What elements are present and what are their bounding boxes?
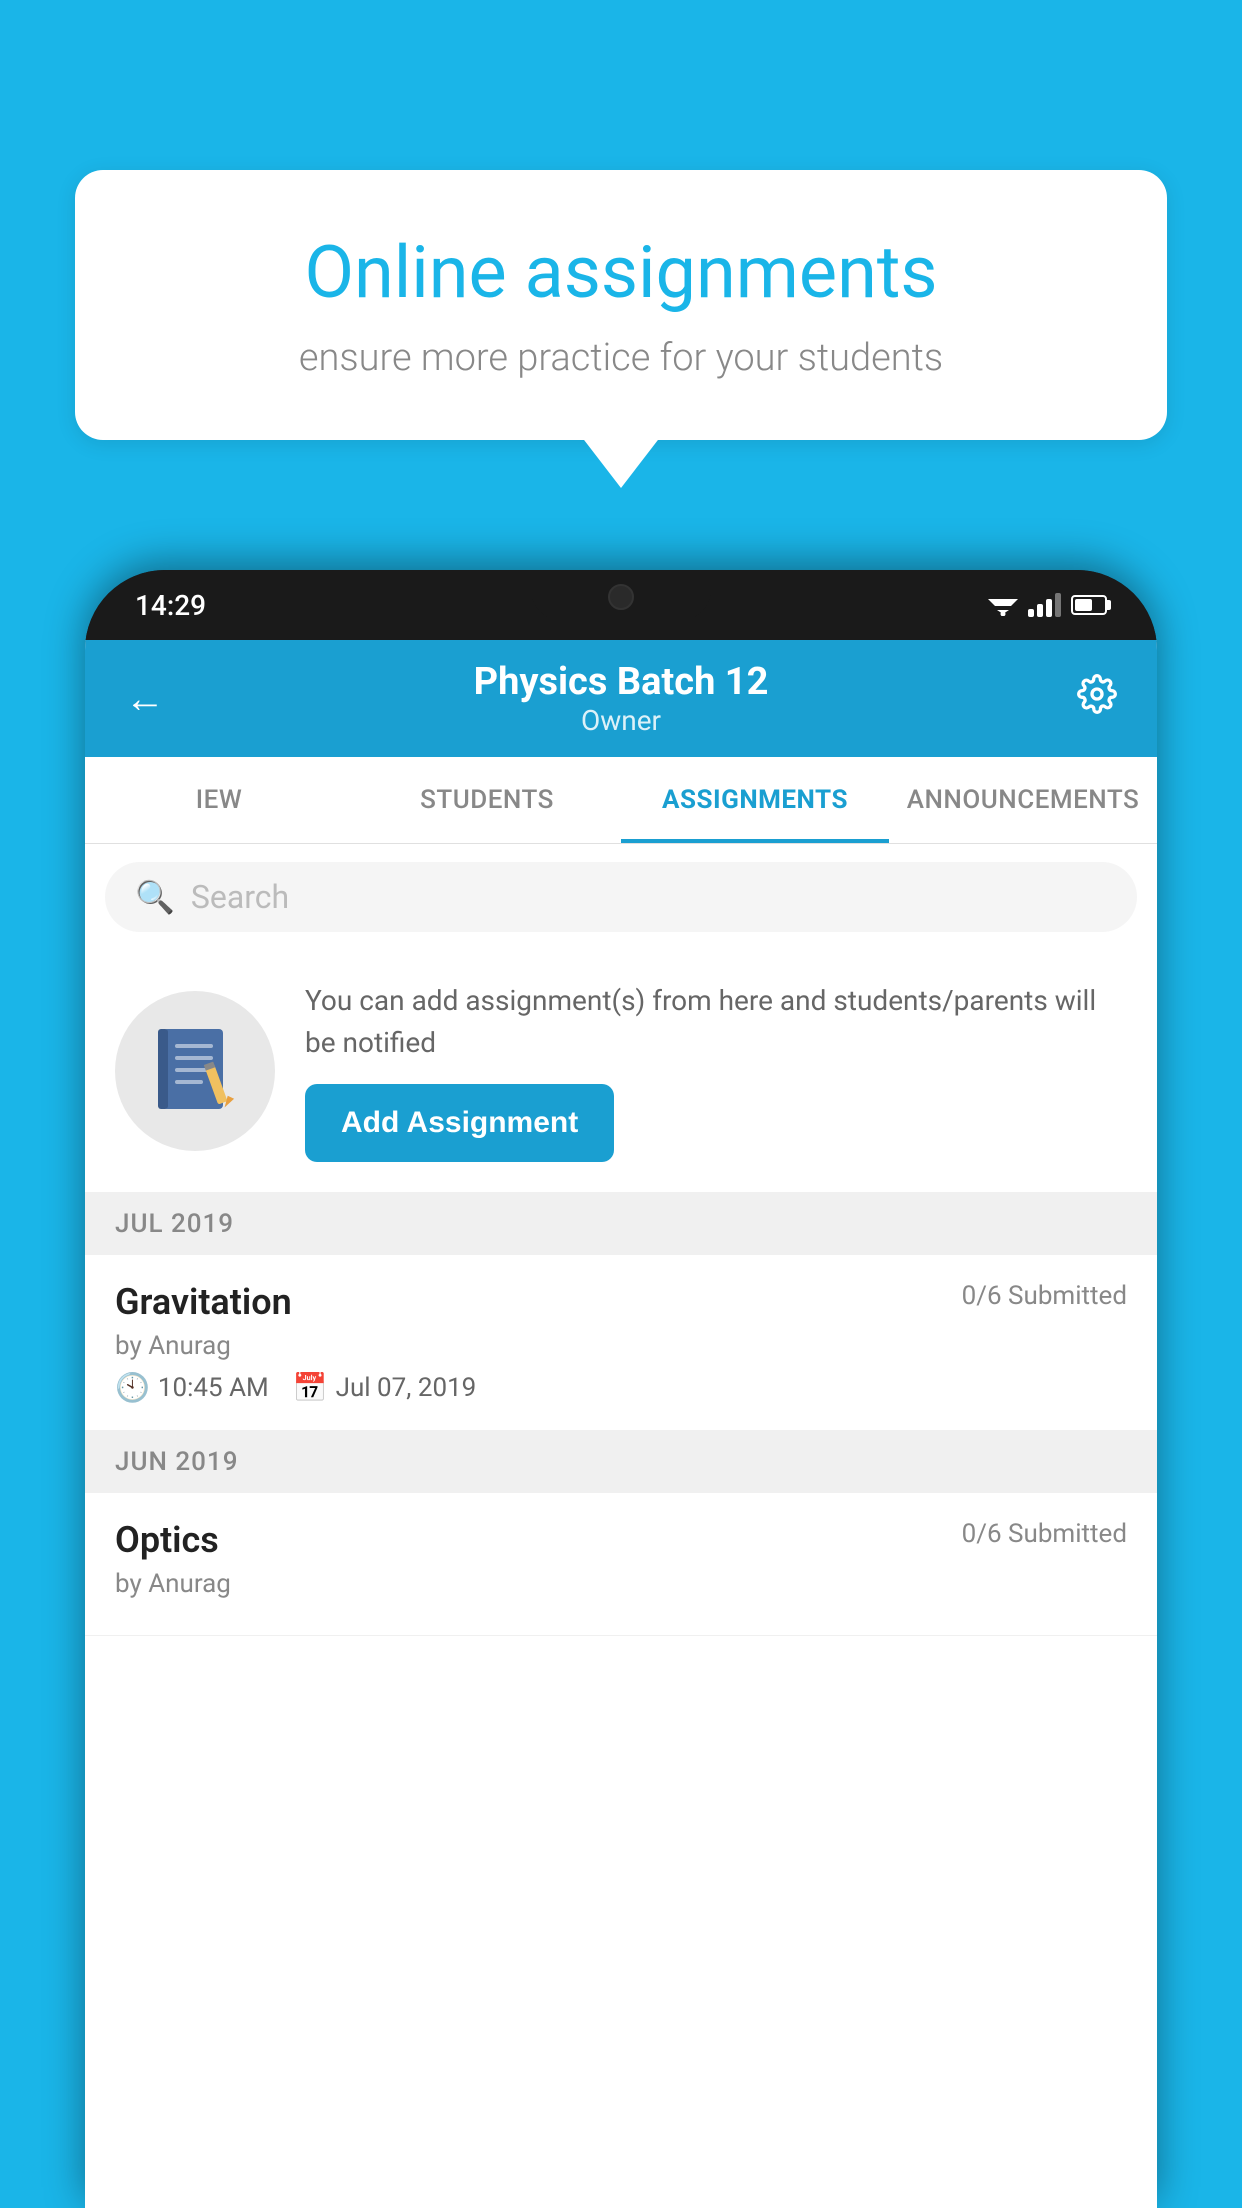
assignment-icon-circle: [115, 991, 275, 1151]
assignment-submitted-optics: 0/6 Submitted: [962, 1519, 1127, 1549]
info-content: You can add assignment(s) from here and …: [305, 980, 1127, 1162]
assignment-date: 📅 Jul 07, 2019: [293, 1371, 477, 1404]
assignment-name-optics: Optics: [115, 1519, 219, 1561]
info-section: You can add assignment(s) from here and …: [85, 950, 1157, 1193]
speech-bubble: Online assignments ensure more practice …: [75, 170, 1167, 440]
tabs: IEW STUDENTS ASSIGNMENTS ANNOUNCEMENTS: [85, 757, 1157, 844]
search-placeholder: Search: [191, 878, 289, 916]
notebook-icon: [153, 1024, 238, 1119]
assignment-date-value: Jul 07, 2019: [336, 1373, 477, 1403]
assignment-meta: 🕙 10:45 AM 📅 Jul 07, 2019: [115, 1371, 1127, 1404]
tab-assignments[interactable]: ASSIGNMENTS: [621, 757, 889, 843]
header-center: Physics Batch 12 Owner: [165, 660, 1077, 737]
wifi-icon: [988, 594, 1018, 616]
search-icon: 🔍: [135, 878, 175, 916]
add-assignment-button[interactable]: Add Assignment: [305, 1084, 614, 1162]
tab-students[interactable]: STUDENTS: [353, 757, 621, 843]
settings-button[interactable]: [1077, 674, 1117, 724]
assignment-time-value: 10:45 AM: [158, 1373, 269, 1403]
section-jul-2019: JUL 2019: [85, 1193, 1157, 1255]
status-time: 14:29: [135, 589, 206, 622]
camera: [608, 584, 634, 610]
search-bar[interactable]: 🔍 Search: [105, 862, 1137, 932]
battery-icon: [1071, 595, 1107, 615]
assignment-top: Gravitation 0/6 Submitted: [115, 1281, 1127, 1323]
app-header: ← Physics Batch 12 Owner: [85, 640, 1157, 757]
clock-icon: 🕙: [115, 1371, 150, 1404]
header-title: Physics Batch 12: [165, 660, 1077, 704]
header-subtitle: Owner: [165, 704, 1077, 737]
signal-bars-icon: [1028, 593, 1061, 617]
assignment-name: Gravitation: [115, 1281, 292, 1323]
assignment-time: 🕙 10:45 AM: [115, 1371, 269, 1404]
status-bar: 14:29: [85, 570, 1157, 640]
assignment-item-optics[interactable]: Optics 0/6 Submitted by Anurag: [85, 1493, 1157, 1636]
back-button[interactable]: ←: [125, 675, 165, 722]
status-icons: [988, 593, 1107, 617]
calendar-icon: 📅: [293, 1371, 328, 1404]
tab-iew[interactable]: IEW: [85, 757, 353, 843]
section-jun-2019: JUN 2019: [85, 1431, 1157, 1493]
assignment-by-optics: by Anurag: [115, 1569, 1127, 1599]
assignment-submitted: 0/6 Submitted: [962, 1281, 1127, 1311]
assignment-item-gravitation[interactable]: Gravitation 0/6 Submitted by Anurag 🕙 10…: [85, 1255, 1157, 1431]
assignment-by: by Anurag: [115, 1331, 1127, 1361]
bubble-title: Online assignments: [145, 230, 1097, 316]
app-screen: ← Physics Batch 12 Owner IEW STUDENTS AS…: [85, 640, 1157, 2208]
tab-announcements[interactable]: ANNOUNCEMENTS: [889, 757, 1157, 843]
assignment-top-optics: Optics 0/6 Submitted: [115, 1519, 1127, 1561]
phone-device: 14:29 ← Physics Batch 12: [85, 570, 1157, 2208]
search-container: 🔍 Search: [85, 844, 1157, 950]
info-text: You can add assignment(s) from here and …: [305, 980, 1127, 1064]
bubble-subtitle: ensure more practice for your students: [145, 336, 1097, 380]
